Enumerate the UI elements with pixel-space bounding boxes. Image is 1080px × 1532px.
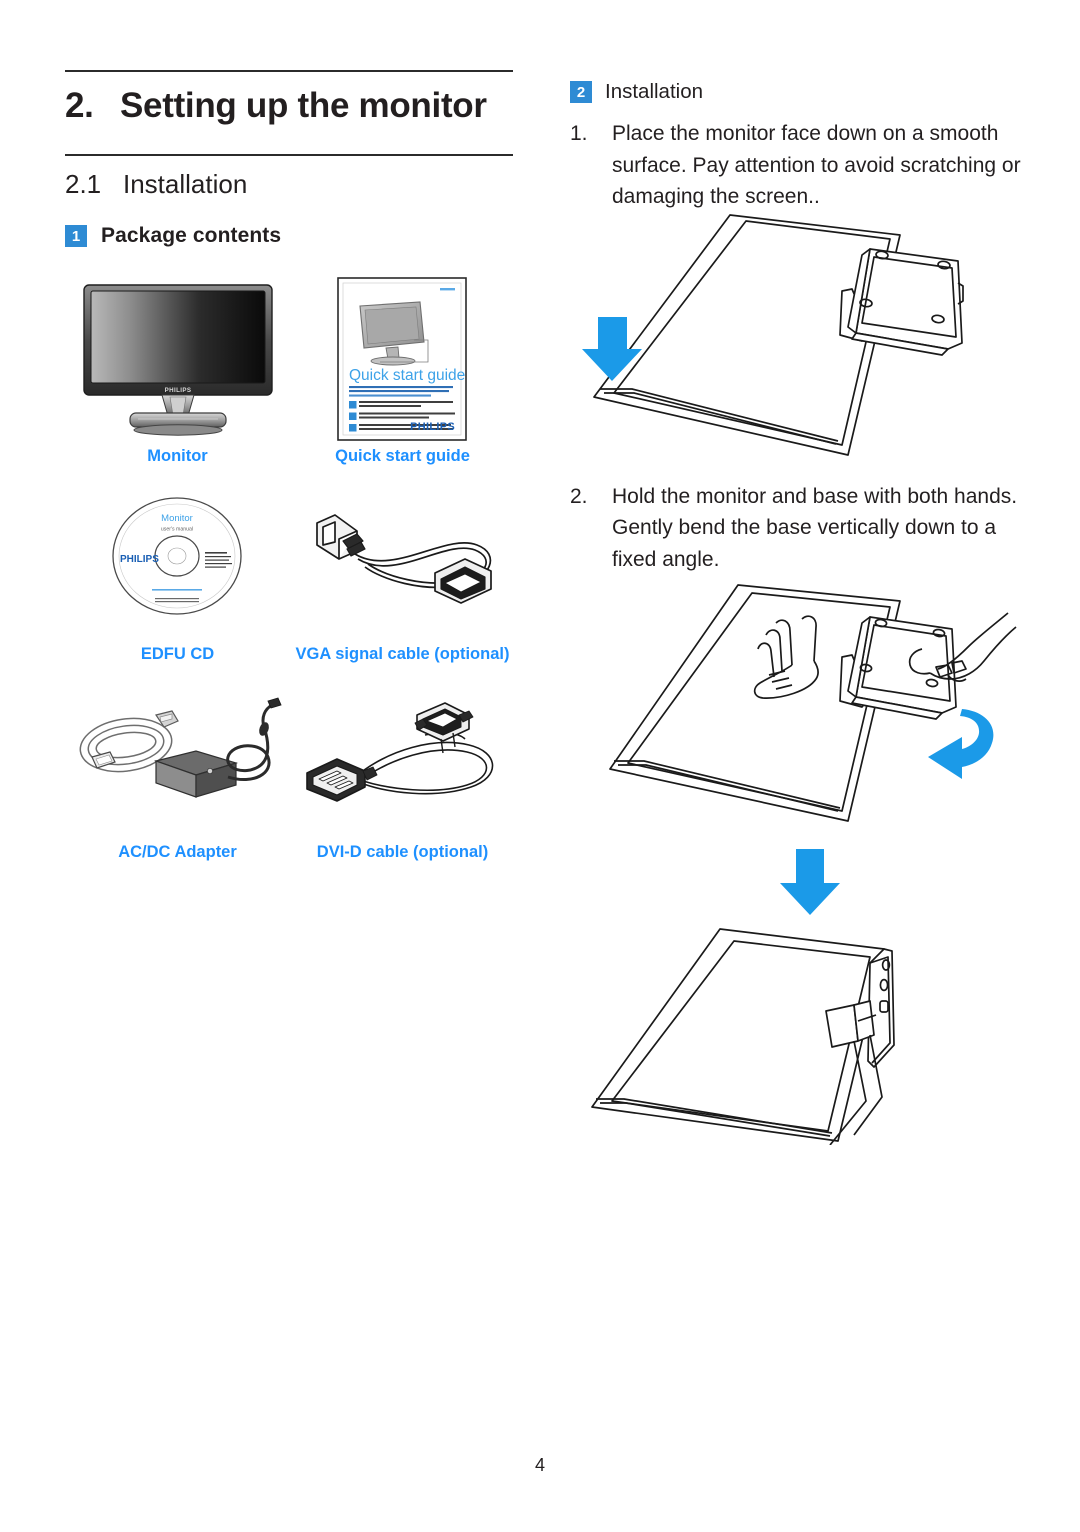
package-row: AC/DC Adapter DVI-D cable (optional): [65, 671, 515, 869]
chapter-top-rule: [65, 70, 513, 72]
package-item-vga-cable: VGA signal cable (optional): [290, 473, 515, 671]
left-hand-icon: [753, 615, 820, 699]
cd-subtitle-text: user's manual: [161, 527, 193, 533]
guide-title-text: Quick start guide: [349, 367, 465, 384]
installation-heading-label: Installation: [605, 80, 704, 103]
section-number: 2.1: [65, 169, 102, 199]
section-heading: 2.1 Installation: [65, 169, 515, 200]
package-item-ac-dc-adapter: AC/DC Adapter: [65, 671, 290, 869]
step-text: Hold the monitor and base with both hand…: [612, 484, 1018, 571]
installation-badge: 2: [570, 81, 592, 103]
blue-down-arrow-icon: [582, 316, 642, 381]
package-item-edfu-cd: Monitor user's manual PHILIPS EDFU CD: [65, 473, 290, 671]
package-row: PHILIPS Monitor Quick start guide PHILIP…: [65, 275, 515, 473]
package-item-quick-start-guide: Quick start guide PHILIPS Quick start gu…: [290, 275, 515, 473]
page-title: 2. Setting up the monitor: [65, 86, 515, 126]
step-text: Place the monitor face down on a smooth …: [612, 122, 1021, 208]
step-number: 1.: [570, 122, 588, 145]
page-number: 4: [534, 1455, 545, 1475]
package-contents-grid: PHILIPS Monitor Quick start guide PHILIP…: [65, 275, 515, 869]
chapter-number: 2.: [65, 86, 94, 125]
subsection-badge: 1: [65, 225, 87, 247]
package-item-caption: Quick start guide: [335, 447, 470, 465]
installation-heading: 2 Installation: [570, 80, 1030, 104]
chapter-title: Setting up the monitor: [120, 86, 487, 125]
package-item-caption: DVI-D cable (optional): [316, 843, 489, 861]
folded-base-figure: [570, 845, 1030, 1145]
package-row: Monitor user's manual PHILIPS EDFU CD VG…: [65, 473, 515, 671]
cd-brand-text: PHILIPS: [120, 554, 159, 565]
svg-text:PHILIPS: PHILIPS: [164, 387, 191, 394]
document-page: 2. Setting up the monitor 2.1 Installati…: [0, 0, 1080, 1532]
monitor-face-down-figure: [570, 213, 1030, 463]
cd-disc-illustration: Monitor user's manual PHILIPS: [65, 473, 290, 641]
package-item-caption: VGA signal cable (optional): [295, 645, 510, 663]
hands-bending-base-figure: [570, 579, 1030, 849]
subsection-title: Package contents: [101, 224, 282, 247]
subsection-heading: 1 Package contents: [65, 224, 515, 248]
blue-curved-arrow-icon: [928, 709, 994, 779]
package-item-caption: AC/DC Adapter: [118, 843, 237, 861]
blue-down-arrow-icon: [780, 849, 840, 915]
package-item-caption: EDFU CD: [140, 645, 215, 663]
step-number: 2.: [570, 484, 588, 508]
package-item-monitor: PHILIPS Monitor: [65, 275, 290, 473]
instruction-step-1: 1. Place the monitor face down on a smoo…: [570, 118, 1030, 213]
quick-start-guide-illustration: Quick start guide PHILIPS: [290, 275, 515, 443]
monitor-illustration: PHILIPS: [65, 275, 290, 443]
instruction-step-2: 2. Hold the monitor and base with both h…: [570, 481, 1030, 576]
section-top-rule: [65, 154, 513, 156]
ac-dc-adapter-illustration: [65, 671, 290, 839]
right-column: 2 Installation 1. Place the monitor face…: [570, 80, 1030, 1145]
dvi-d-cable-illustration: [290, 671, 515, 839]
left-column: 2. Setting up the monitor 2.1 Installati…: [65, 70, 515, 248]
package-item-caption: Monitor: [147, 447, 208, 465]
vga-cable-illustration: [290, 473, 515, 641]
guide-brand-text: PHILIPS: [410, 421, 455, 433]
section-title: Installation: [123, 169, 248, 199]
package-item-dvi-d-cable: DVI-D cable (optional): [290, 671, 515, 869]
cd-title-text: Monitor: [161, 513, 193, 524]
